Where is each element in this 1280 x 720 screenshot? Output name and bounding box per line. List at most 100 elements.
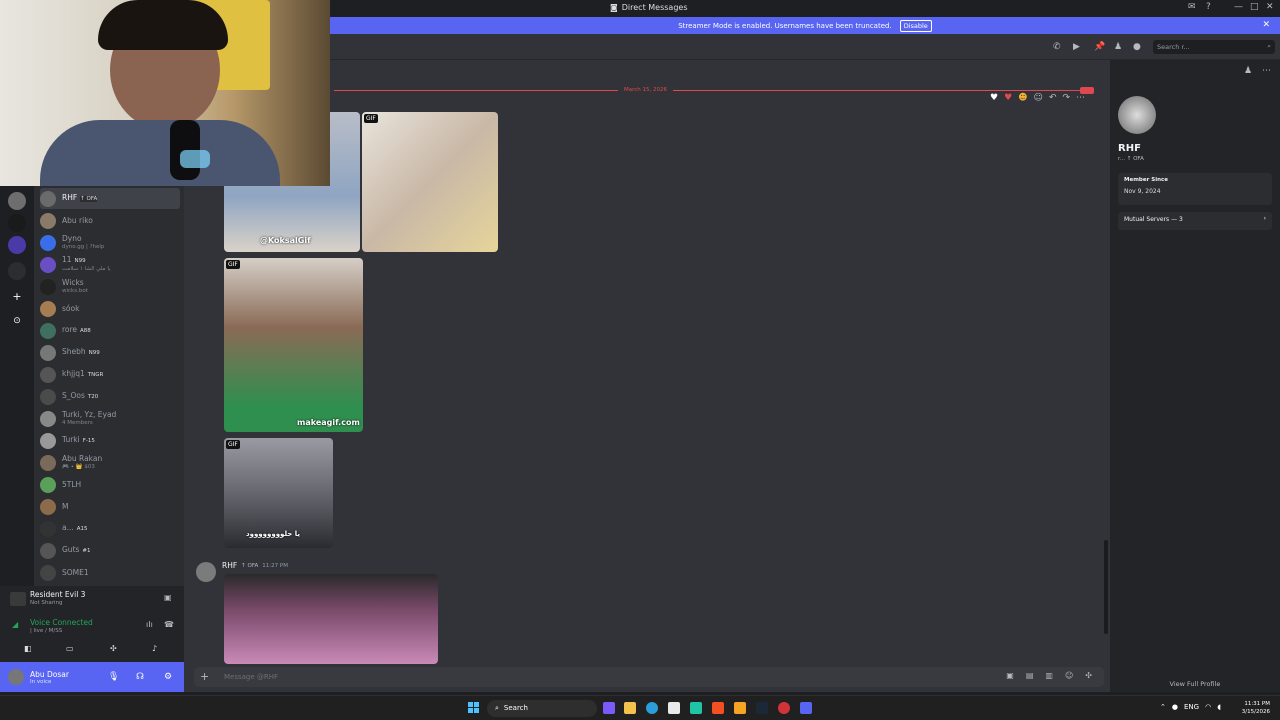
chevron-up-icon[interactable]: ⌃: [1160, 703, 1166, 711]
red-heart-reaction-icon[interactable]: ♥: [1004, 93, 1012, 103]
more-options-icon[interactable]: ⋯: [1076, 93, 1085, 103]
app-icon[interactable]: [734, 702, 746, 714]
dm-item[interactable]: RHF ↑ OFA: [40, 188, 180, 209]
gif-man[interactable]: GIF يا حلوووووووود: [224, 438, 333, 548]
volume-icon[interactable]: ◖: [1217, 703, 1221, 711]
help-icon[interactable]: ?: [1206, 2, 1211, 12]
camera-icon[interactable]: ◧: [24, 644, 32, 653]
close-window-button[interactable]: ✕: [1266, 2, 1274, 12]
pin-icon[interactable]: 📌: [1094, 42, 1105, 52]
server-icon[interactable]: [8, 262, 26, 280]
dm-tag: F-15: [82, 438, 95, 444]
steam-icon[interactable]: [756, 702, 768, 714]
dm-name: Shebh: [62, 347, 86, 356]
message-actions: ♥ ♥ ☻ ☺ ↶ ↷ ⋯: [990, 93, 1085, 103]
app-icon[interactable]: [690, 702, 702, 714]
voice-call-icon[interactable]: ✆: [1053, 42, 1061, 52]
discord-taskbar-icon[interactable]: [800, 702, 812, 714]
heart-reaction-icon[interactable]: ♥: [990, 93, 998, 103]
store-icon[interactable]: [668, 702, 680, 714]
close-icon[interactable]: ✕: [1262, 20, 1270, 30]
video-call-icon[interactable]: ▶: [1073, 42, 1080, 52]
maximize-button[interactable]: □: [1250, 2, 1259, 12]
app-icon[interactable]: [603, 702, 615, 714]
composer-actions: ▣ ▤ ▥ ☺ ✣: [1006, 671, 1092, 680]
dm-name: Wicks: [62, 277, 84, 287]
disable-streamer-mode-button[interactable]: Disable: [899, 19, 932, 32]
gif-picker-icon[interactable]: ▤: [1026, 671, 1034, 680]
wifi-icon[interactable]: ◠: [1205, 703, 1211, 711]
server-icon[interactable]: [8, 236, 26, 254]
profile-avatar[interactable]: [1118, 96, 1156, 134]
user-avatar[interactable]: [8, 669, 24, 685]
discover-icon[interactable]: ⊙: [8, 312, 26, 330]
mutual-servers-row[interactable]: Mutual Servers — 3 ›: [1118, 212, 1272, 230]
minimize-button[interactable]: —: [1234, 2, 1243, 12]
headphones-icon[interactable]: ☊: [136, 672, 144, 682]
dm-item[interactable]: Wicks wicks.bot: [40, 276, 180, 297]
dm-item[interactable]: S_Oos T20: [40, 386, 180, 407]
dm-item[interactable]: Abu riko: [40, 210, 180, 231]
dm-item[interactable]: Dyno dyno.gg | ?help: [40, 232, 180, 253]
add-reaction-icon[interactable]: ☺: [1034, 93, 1043, 103]
dm-item[interactable]: khjjq1 TNGR: [40, 364, 180, 385]
file-explorer-icon[interactable]: [624, 702, 636, 714]
dm-item[interactable]: Guts #1: [40, 540, 180, 561]
dm-item[interactable]: Abu Rakan 🎮 ∙ 👑 $03: [40, 452, 180, 473]
emoji-reaction-icon[interactable]: ☻: [1018, 93, 1027, 103]
dm-item[interactable]: rore A88: [40, 320, 180, 341]
share-screen-icon[interactable]: ▭: [66, 644, 74, 653]
profile-more-icon[interactable]: ⋯: [1262, 66, 1271, 76]
add-server-icon[interactable]: +: [8, 288, 26, 306]
add-friends-icon[interactable]: ♟: [1114, 42, 1122, 52]
server-icon[interactable]: [8, 214, 26, 232]
chat-scrollbar[interactable]: [1104, 540, 1108, 634]
reply-icon[interactable]: ↶: [1049, 93, 1057, 103]
dm-item[interactable]: Turki, Yz, Eyad 4 Members: [40, 408, 180, 429]
tray-app-icon[interactable]: ●: [1172, 703, 1178, 711]
gift-icon[interactable]: ▣: [1006, 671, 1014, 680]
gif-kids[interactable]: GIF: [362, 112, 498, 252]
gif-boy[interactable]: GIF makeagif.com: [224, 258, 363, 432]
screen-share-icon[interactable]: ▣: [164, 593, 172, 602]
dm-item[interactable]: M: [40, 496, 180, 517]
dm-tag: ↑ OFA: [80, 196, 98, 202]
app-icon[interactable]: [778, 702, 790, 714]
language-indicator[interactable]: ENG: [1184, 703, 1199, 711]
taskbar-clock[interactable]: 11:31 PM 3/15/2026: [1242, 700, 1270, 716]
author-avatar[interactable]: [196, 562, 216, 582]
dm-item[interactable]: 5TLH: [40, 474, 180, 495]
voice-status[interactable]: Voice Connected: [30, 618, 93, 627]
dm-item[interactable]: a... A15: [40, 518, 180, 539]
dm-item[interactable]: SOME1: [40, 562, 180, 583]
inbox-icon[interactable]: ✉: [1188, 2, 1196, 12]
user-status: In voice: [30, 678, 52, 685]
dm-item[interactable]: Turki F-15: [40, 430, 180, 451]
search-input[interactable]: Search r... ⌕: [1153, 40, 1275, 54]
forward-icon[interactable]: ↷: [1062, 93, 1070, 103]
user-profile-icon[interactable]: ●: [1133, 42, 1141, 52]
soundboard-icon[interactable]: ♪: [152, 644, 157, 653]
video-attachment[interactable]: [224, 574, 438, 664]
add-friend-icon[interactable]: ♟: [1244, 66, 1252, 76]
server-icon[interactable]: [8, 192, 26, 210]
noise-suppression-icon[interactable]: ıIı: [146, 620, 153, 629]
edge-icon[interactable]: [646, 702, 658, 714]
dm-item[interactable]: 11 N99 يا ملي الشا ۱ سلامت: [40, 254, 180, 275]
sticker-icon[interactable]: ▥: [1045, 671, 1053, 680]
taskbar-search[interactable]: ⌕ Search: [487, 700, 597, 717]
message-composer[interactable]: + Message @RHF ▣ ▤ ▥ ☺ ✣: [194, 667, 1104, 687]
emoji-icon[interactable]: ☺: [1065, 671, 1073, 680]
brave-icon[interactable]: [712, 702, 724, 714]
microphone-icon[interactable]: 🎙: [108, 672, 119, 682]
apps-icon[interactable]: ✣: [1085, 671, 1092, 680]
disconnect-icon[interactable]: ☎: [164, 620, 174, 629]
dm-item[interactable]: sóok: [40, 298, 180, 319]
add-attachment-icon[interactable]: +: [200, 670, 209, 683]
view-full-profile-link[interactable]: View Full Profile: [1110, 680, 1280, 688]
activities-icon[interactable]: ✣: [110, 644, 117, 653]
settings-gear-icon[interactable]: ⚙: [164, 672, 172, 682]
windows-start-icon[interactable]: [468, 702, 480, 714]
author-name[interactable]: RHF: [222, 561, 237, 570]
dm-item[interactable]: Shebh N99: [40, 342, 180, 363]
